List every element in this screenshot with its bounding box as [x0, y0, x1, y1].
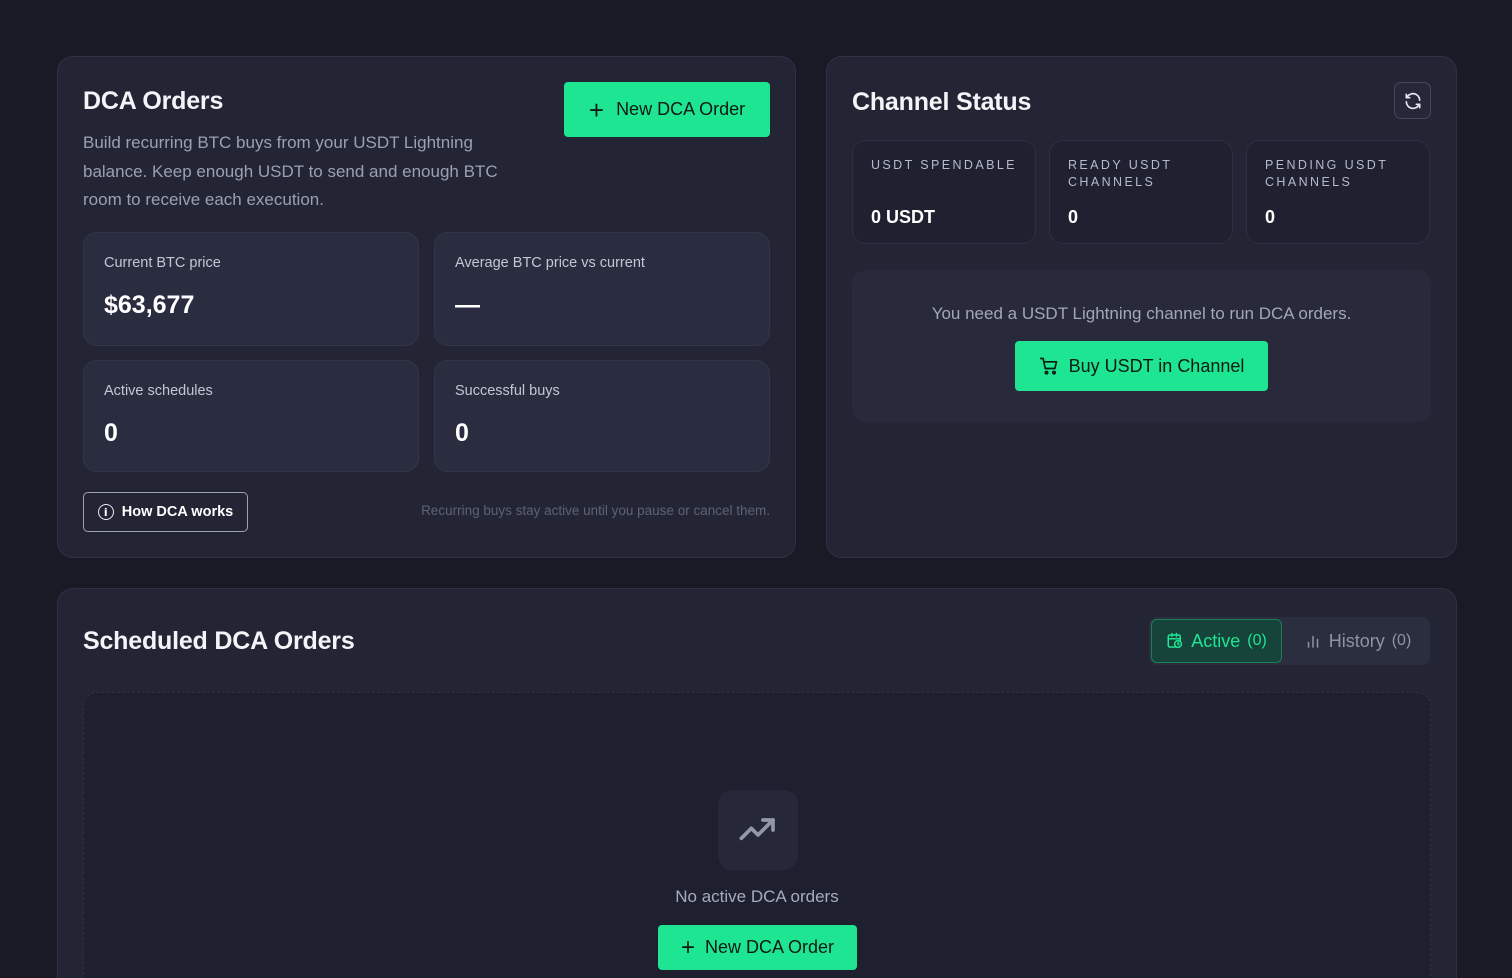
plus-icon: +	[588, 94, 605, 125]
bar-chart-icon	[1307, 635, 1318, 648]
new-dca-order-button[interactable]: + New DCA Order	[564, 82, 770, 137]
cart-icon	[1039, 357, 1057, 375]
how-dca-works-label: How DCA works	[121, 504, 234, 520]
stat-average-btc-price: Average BTC price vs current —	[434, 232, 770, 346]
usdt-spendable-stat: USDT SPENDABLE 0 USDT	[852, 140, 1036, 244]
refresh-button[interactable]	[1394, 82, 1431, 119]
dca-orders-card: DCA Orders Build recurring BTC buys from…	[57, 56, 796, 558]
stat-value: —	[455, 291, 480, 319]
trending-up-icon	[739, 818, 775, 841]
stat-label: USDT SPENDABLE	[871, 158, 1017, 172]
empty-orders-area: No active DCA orders + New DCA Order	[83, 692, 1431, 978]
stat-successful-buys: Successful buys 0	[434, 360, 770, 472]
stat-value: $63,677	[104, 291, 195, 319]
how-dca-works-button[interactable]: i How DCA works	[83, 492, 248, 532]
channel-status-card: Channel Status USDT SPENDABLE 0 USDT REA…	[826, 56, 1457, 558]
new-dca-order-label: New DCA Order	[704, 937, 835, 957]
tab-active-count: (0)	[1247, 632, 1267, 649]
scheduled-dca-orders-title: Scheduled DCA Orders	[83, 627, 355, 655]
pending-usdt-channels-stat: PENDING USDT CHANNELS 0	[1246, 140, 1430, 244]
stat-label: Successful buys	[455, 383, 560, 399]
stat-value: 0	[104, 419, 118, 447]
stat-value: 0	[1265, 207, 1276, 227]
orders-tabs: Active (0) History (0)	[1149, 617, 1430, 665]
empty-orders-text: No active DCA orders	[675, 887, 839, 906]
plus-icon: +	[680, 933, 695, 961]
recurring-footnote: Recurring buys stay active until you pau…	[421, 503, 770, 518]
calendar-clock-icon	[1167, 632, 1183, 649]
info-icon: i	[97, 504, 114, 520]
stat-value: 0 USDT	[871, 207, 936, 227]
dca-orders-description: Build recurring BTC buys from your USDT …	[83, 133, 498, 209]
stat-current-btc-price: Current BTC price $63,677	[83, 232, 419, 346]
new-dca-order-button-empty[interactable]: + New DCA Order	[658, 925, 857, 970]
ready-usdt-channels-stat: READY USDT CHANNELS 0	[1049, 140, 1233, 244]
dca-orders-title: DCA Orders	[83, 87, 224, 115]
tab-history-count: (0)	[1391, 632, 1412, 649]
tab-history-label: History	[1328, 630, 1385, 651]
buy-usdt-channel-label: Buy USDT in Channel	[1068, 355, 1245, 376]
stat-label: Current BTC price	[104, 255, 221, 271]
stat-active-schedules: Active schedules 0	[83, 360, 419, 472]
stat-value: 0	[455, 419, 469, 447]
stat-label: Average BTC price vs current	[455, 255, 645, 271]
channel-status-title: Channel Status	[852, 88, 1032, 116]
no-channel-notice: You need a USDT Lightning channel to run…	[852, 270, 1431, 422]
stat-label: READY USDT CHANNELS	[1068, 158, 1173, 189]
new-dca-order-label: New DCA Order	[616, 99, 746, 119]
tab-history[interactable]: History (0)	[1289, 619, 1426, 663]
no-channel-text: You need a USDT Lightning channel to run…	[931, 304, 1352, 323]
trend-icon-box	[718, 790, 798, 870]
stat-value: 0	[1068, 207, 1079, 227]
scheduled-dca-orders-card: Scheduled DCA Orders Active (0) History …	[57, 588, 1457, 978]
tab-active[interactable]: Active (0)	[1151, 619, 1282, 663]
stat-label: PENDING USDT CHANNELS	[1265, 158, 1389, 189]
stat-label: Active schedules	[104, 383, 213, 399]
refresh-icon	[1405, 92, 1420, 109]
buy-usdt-channel-button[interactable]: Buy USDT in Channel	[1015, 341, 1268, 391]
tab-active-label: Active	[1191, 630, 1241, 651]
